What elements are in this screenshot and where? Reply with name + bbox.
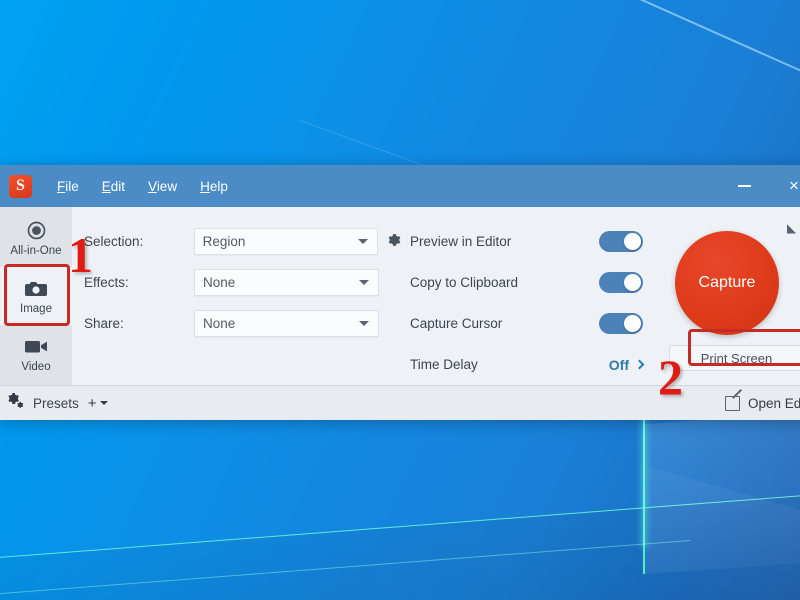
- selection-settings-gear-icon[interactable]: [387, 233, 402, 251]
- chevron-down-icon: [359, 280, 369, 285]
- snagit-capture-window: S File Edit View Help ×: [0, 165, 800, 420]
- effects-dropdown[interactable]: None: [194, 269, 379, 296]
- sidebar-item-image-label: Image: [20, 303, 52, 315]
- add-preset-button[interactable]: +: [88, 395, 108, 412]
- time-delay-value-link[interactable]: Off: [609, 357, 643, 373]
- video-camera-icon: [24, 336, 48, 358]
- open-editor-button[interactable]: Open Editor: [725, 396, 800, 411]
- copy-to-clipboard-row: Copy to Clipboard: [410, 262, 657, 303]
- sidebar-item-video-label: Video: [21, 361, 50, 373]
- effects-row: Effects: None: [84, 262, 402, 303]
- menu-file[interactable]: File: [56, 177, 80, 196]
- settings-column: Selection: Region Effects:: [72, 221, 402, 385]
- options-column: Preview in Editor Copy to Clipboard Capt…: [402, 221, 657, 385]
- share-label: Share:: [84, 316, 194, 331]
- capture-cursor-label: Capture Cursor: [410, 316, 599, 331]
- wallpaper-glow-edge: [643, 418, 645, 546]
- sidebar-item-all-in-one[interactable]: All-in-One: [0, 209, 72, 267]
- snagit-logo-icon: S: [9, 175, 32, 198]
- menu-edit-label-rest: dit: [111, 179, 125, 194]
- selection-dropdown[interactable]: Region: [194, 228, 378, 255]
- copy-to-clipboard-label: Copy to Clipboard: [410, 275, 599, 290]
- minimize-button[interactable]: [722, 165, 766, 207]
- presets-gear-icon: [7, 393, 24, 413]
- chevron-right-icon: [635, 360, 645, 370]
- effects-label: Effects:: [84, 275, 194, 290]
- effects-value: None: [203, 275, 235, 290]
- panel-collapse-icon[interactable]: ◣: [787, 222, 800, 234]
- capture-hotkey-field[interactable]: Print Screen: [669, 345, 800, 371]
- menu-help-label-rest: elp: [210, 179, 228, 194]
- capture-column: ◣ Capture Print Screen: [657, 221, 800, 385]
- preview-in-editor-label: Preview in Editor: [410, 234, 599, 249]
- preview-in-editor-toggle[interactable]: [599, 231, 643, 252]
- share-value: None: [203, 316, 235, 331]
- chevron-down-icon: [359, 321, 369, 326]
- share-row: Share: None: [84, 303, 402, 344]
- capture-cursor-row: Capture Cursor: [410, 303, 657, 344]
- toggle-knob: [624, 315, 641, 332]
- copy-to-clipboard-toggle[interactable]: [599, 272, 643, 293]
- close-icon: ×: [789, 176, 799, 196]
- capture-button-label: Capture: [699, 274, 756, 292]
- capture-hotkey-value: Print Screen: [701, 351, 773, 366]
- desktop-background: S File Edit View Help ×: [0, 0, 800, 600]
- mode-sidebar: All-in-One Image: [0, 207, 72, 385]
- sidebar-item-image[interactable]: Image: [0, 267, 72, 325]
- window-body: All-in-One Image: [0, 207, 800, 385]
- selection-row: Selection: Region: [84, 221, 402, 262]
- plus-icon: +: [88, 395, 97, 412]
- toggle-knob: [624, 274, 641, 291]
- menu-file-label-rest: ile: [65, 179, 79, 194]
- capture-settings-panel: Selection: Region Effects:: [72, 207, 800, 385]
- window-titlebar: S File Edit View Help ×: [0, 165, 800, 207]
- capture-cursor-toggle[interactable]: [599, 313, 643, 334]
- menu-view[interactable]: View: [147, 177, 178, 196]
- window-statusbar: Presets + Open Editor: [0, 385, 800, 420]
- time-delay-value: Off: [609, 357, 629, 373]
- chevron-down-icon: [358, 239, 368, 244]
- time-delay-label: Time Delay: [410, 357, 609, 372]
- sidebar-item-all-in-one-label: All-in-One: [10, 245, 61, 257]
- camera-icon: [24, 278, 48, 300]
- sidebar-item-video[interactable]: Video: [0, 325, 72, 383]
- menubar: File Edit View Help: [56, 177, 229, 196]
- menu-view-label-rest: iew: [157, 179, 177, 194]
- selection-label: Selection:: [84, 234, 194, 249]
- wallpaper-streak: [639, 0, 800, 170]
- preview-in-editor-row: Preview in Editor: [410, 221, 657, 262]
- chevron-down-icon: [100, 401, 108, 405]
- share-dropdown[interactable]: None: [194, 310, 379, 337]
- circle-target-icon: [27, 220, 46, 242]
- time-delay-row: Time Delay Off: [410, 344, 657, 385]
- close-button[interactable]: ×: [772, 165, 800, 207]
- open-editor-label: Open Editor: [748, 396, 800, 411]
- capture-button[interactable]: Capture: [675, 231, 779, 335]
- toggle-knob: [624, 233, 641, 250]
- minimize-icon: [738, 185, 751, 187]
- presets-group[interactable]: Presets +: [7, 393, 108, 413]
- edit-pencil-icon: [725, 396, 740, 411]
- presets-label: Presets: [33, 396, 79, 411]
- menu-edit[interactable]: Edit: [101, 177, 126, 196]
- selection-value: Region: [203, 234, 246, 249]
- menu-help[interactable]: Help: [199, 177, 229, 196]
